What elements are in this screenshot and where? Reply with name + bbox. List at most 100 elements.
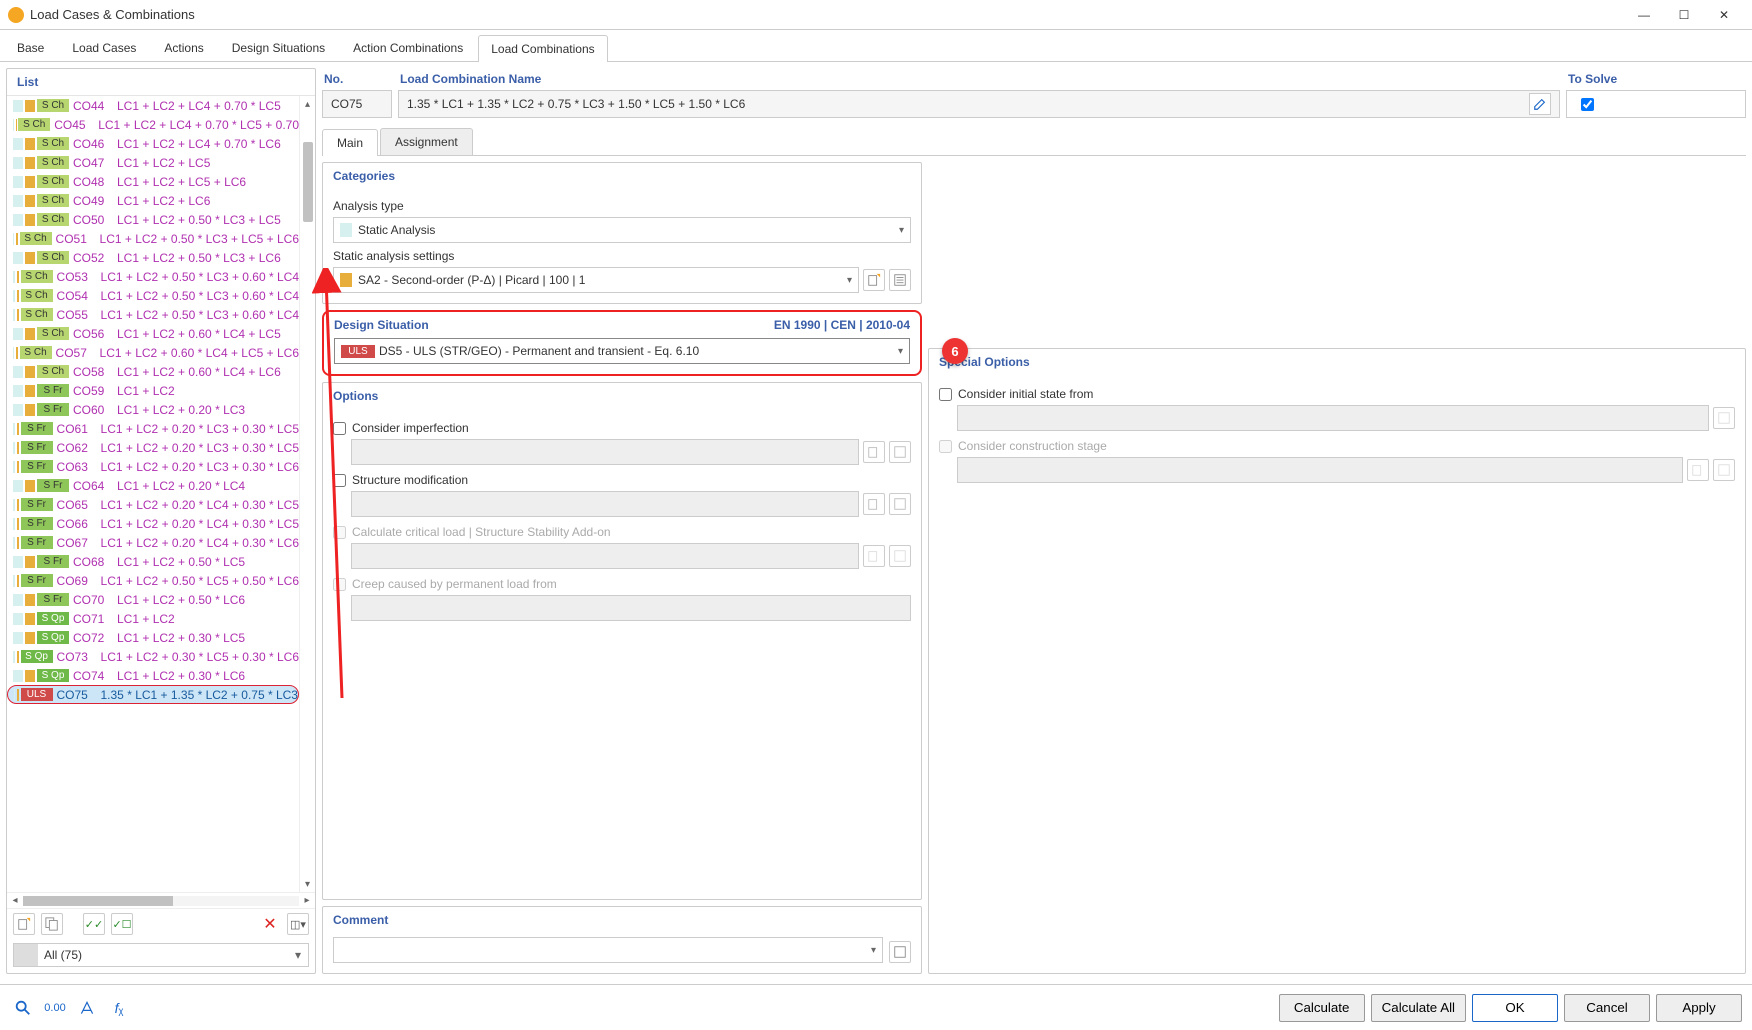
comment-lib-button[interactable] bbox=[889, 941, 911, 963]
critical-load-label: Calculate critical load | Structure Stab… bbox=[352, 525, 611, 539]
name-field[interactable]: 1.35 * LC1 + 1.35 * LC2 + 0.75 * LC3 + 1… bbox=[398, 90, 1560, 118]
list-item[interactable]: ULSCO751.35 * LC1 + 1.35 * LC2 + 0.75 * … bbox=[7, 685, 299, 704]
settings-edit-button[interactable] bbox=[889, 269, 911, 291]
apply-button[interactable]: Apply bbox=[1656, 994, 1742, 1022]
list-item[interactable]: S ChCO44LC1 + LC2 + LC4 + 0.70 * LC5 bbox=[7, 96, 299, 115]
delete-button[interactable]: ✕ bbox=[259, 913, 281, 935]
help-button[interactable] bbox=[10, 995, 36, 1021]
scroll-down-icon[interactable]: ▾ bbox=[305, 876, 310, 892]
design-standard: EN 1990 | CEN | 2010-04 bbox=[774, 318, 910, 332]
list-rows[interactable]: S ChCO44LC1 + LC2 + LC4 + 0.70 * LC5S Ch… bbox=[7, 96, 299, 892]
special-options-header: Special Options bbox=[929, 349, 1745, 375]
filter-select[interactable]: All (75) ▾ bbox=[13, 943, 309, 967]
imperfection-new-button[interactable] bbox=[863, 441, 885, 463]
imperfection-select bbox=[351, 439, 859, 465]
no-value: CO75 bbox=[322, 90, 392, 118]
check-toggle-button[interactable]: ✓☐ bbox=[111, 913, 133, 935]
subtab-assignment[interactable]: Assignment bbox=[380, 128, 473, 155]
settings-select[interactable]: SA2 - Second-order (P-Δ) | Picard | 100 … bbox=[333, 267, 859, 293]
maximize-button[interactable]: ☐ bbox=[1664, 1, 1704, 29]
list-item[interactable]: S ChCO45LC1 + LC2 + LC4 + 0.70 * LC5 + 0… bbox=[7, 115, 299, 134]
design-situation-select[interactable]: ULS DS5 - ULS (STR/GEO) - Permanent and … bbox=[334, 338, 910, 364]
tab-load-combinations[interactable]: Load Combinations bbox=[478, 35, 607, 62]
calculate-button[interactable]: Calculate bbox=[1279, 994, 1365, 1022]
scroll-right-icon[interactable]: ▸ bbox=[299, 895, 315, 906]
settings-new-button[interactable] bbox=[863, 269, 885, 291]
critical-load-lib-button bbox=[889, 545, 911, 567]
comment-select[interactable]: ▾ bbox=[333, 937, 883, 963]
cancel-button[interactable]: Cancel bbox=[1564, 994, 1650, 1022]
list-item[interactable]: S QpCO72LC1 + LC2 + 0.30 * LC5 bbox=[7, 628, 299, 647]
tab-base[interactable]: Base bbox=[4, 34, 57, 61]
function-button[interactable]: fᵪ bbox=[106, 995, 132, 1021]
initial-state-checkbox[interactable] bbox=[939, 388, 952, 401]
list-item[interactable]: S ChCO52LC1 + LC2 + 0.50 * LC3 + LC6 bbox=[7, 248, 299, 267]
list-item[interactable]: S FrCO61LC1 + LC2 + 0.20 * LC3 + 0.30 * … bbox=[7, 419, 299, 438]
list-item[interactable]: S ChCO48LC1 + LC2 + LC5 + LC6 bbox=[7, 172, 299, 191]
tab-action-combinations[interactable]: Action Combinations bbox=[340, 34, 476, 61]
list-item[interactable]: S FrCO66LC1 + LC2 + 0.20 * LC4 + 0.30 * … bbox=[7, 514, 299, 533]
subtab-main[interactable]: Main bbox=[322, 129, 378, 156]
list-item[interactable]: S ChCO53LC1 + LC2 + 0.50 * LC3 + 0.60 * … bbox=[7, 267, 299, 286]
categories-header: Categories bbox=[323, 163, 921, 189]
imperfection-checkbox[interactable] bbox=[333, 422, 346, 435]
design-situation-section: Design Situation EN 1990 | CEN | 2010-04… bbox=[322, 310, 922, 376]
imperfection-label: Consider imperfection bbox=[352, 421, 469, 435]
tab-load-cases[interactable]: Load Cases bbox=[59, 34, 149, 61]
vertical-scrollbar[interactable]: ▴ ▾ bbox=[299, 96, 315, 892]
list-item[interactable]: S QpCO71LC1 + LC2 bbox=[7, 609, 299, 628]
imperfection-lib-button[interactable] bbox=[889, 441, 911, 463]
comment-header: Comment bbox=[323, 907, 921, 933]
list-item[interactable]: S FrCO59LC1 + LC2 bbox=[7, 381, 299, 400]
scroll-left-icon[interactable]: ◂ bbox=[7, 895, 23, 906]
analysis-type-select[interactable]: Static Analysis ▾ bbox=[333, 217, 911, 243]
view-toggle-button[interactable]: ◫▾ bbox=[287, 913, 309, 935]
ok-button[interactable]: OK bbox=[1472, 994, 1558, 1022]
hscroll-thumb[interactable] bbox=[23, 896, 173, 906]
structure-mod-checkbox[interactable] bbox=[333, 474, 346, 487]
structure-button[interactable] bbox=[74, 995, 100, 1021]
check-select-button[interactable]: ✓✓ bbox=[83, 913, 105, 935]
solve-checkbox[interactable] bbox=[1581, 98, 1594, 111]
list-item[interactable]: S ChCO56LC1 + LC2 + 0.60 * LC4 + LC5 bbox=[7, 324, 299, 343]
list-item[interactable]: S FrCO62LC1 + LC2 + 0.20 * LC3 + 0.30 * … bbox=[7, 438, 299, 457]
structure-mod-new-button[interactable] bbox=[863, 493, 885, 515]
list-item[interactable]: S ChCO54LC1 + LC2 + 0.50 * LC3 + 0.60 * … bbox=[7, 286, 299, 305]
list-item[interactable]: S FrCO68LC1 + LC2 + 0.50 * LC5 bbox=[7, 552, 299, 571]
list-item[interactable]: S ChCO57LC1 + LC2 + 0.60 * LC4 + LC5 + L… bbox=[7, 343, 299, 362]
units-button[interactable]: 0.00 bbox=[42, 995, 68, 1021]
list-item[interactable]: S ChCO58LC1 + LC2 + 0.60 * LC4 + LC6 bbox=[7, 362, 299, 381]
tab-actions[interactable]: Actions bbox=[151, 34, 216, 61]
scroll-thumb[interactable] bbox=[303, 142, 313, 222]
list-item[interactable]: S QpCO73LC1 + LC2 + 0.30 * LC5 + 0.30 * … bbox=[7, 647, 299, 666]
analysis-type-label: Analysis type bbox=[333, 199, 911, 213]
new-item-button[interactable] bbox=[13, 913, 35, 935]
list-item[interactable]: S FrCO67LC1 + LC2 + 0.20 * LC4 + 0.30 * … bbox=[7, 533, 299, 552]
list-item[interactable]: S ChCO49LC1 + LC2 + LC6 bbox=[7, 191, 299, 210]
list-item[interactable]: S ChCO50LC1 + LC2 + 0.50 * LC3 + LC5 bbox=[7, 210, 299, 229]
design-situation-header: Design Situation bbox=[334, 318, 429, 332]
list-item[interactable]: S FrCO63LC1 + LC2 + 0.20 * LC3 + 0.30 * … bbox=[7, 457, 299, 476]
list-item[interactable]: S ChCO51LC1 + LC2 + 0.50 * LC3 + LC5 + L… bbox=[7, 229, 299, 248]
list-item[interactable]: S FrCO69LC1 + LC2 + 0.50 * LC5 + 0.50 * … bbox=[7, 571, 299, 590]
list-item[interactable]: S FrCO70LC1 + LC2 + 0.50 * LC6 bbox=[7, 590, 299, 609]
list-item[interactable]: S FrCO65LC1 + LC2 + 0.20 * LC4 + 0.30 * … bbox=[7, 495, 299, 514]
library-icon bbox=[893, 273, 907, 287]
list-item[interactable]: S QpCO74LC1 + LC2 + 0.30 * LC6 bbox=[7, 666, 299, 685]
edit-name-button[interactable] bbox=[1529, 93, 1551, 115]
list-item[interactable]: S FrCO64LC1 + LC2 + 0.20 * LC4 bbox=[7, 476, 299, 495]
list-item[interactable]: S ChCO47LC1 + LC2 + LC5 bbox=[7, 153, 299, 172]
minimize-button[interactable]: — bbox=[1624, 1, 1664, 29]
list-item[interactable]: S FrCO60LC1 + LC2 + 0.20 * LC3 bbox=[7, 400, 299, 419]
initial-state-label: Consider initial state from bbox=[958, 387, 1093, 401]
horizontal-scrollbar[interactable]: ◂ ▸ bbox=[7, 892, 315, 908]
list-item[interactable]: S ChCO46LC1 + LC2 + LC4 + 0.70 * LC6 bbox=[7, 134, 299, 153]
close-button[interactable]: ✕ bbox=[1704, 1, 1744, 29]
copy-item-button[interactable] bbox=[41, 913, 63, 935]
calculate-all-button[interactable]: Calculate All bbox=[1371, 994, 1466, 1022]
structure-mod-lib-button[interactable] bbox=[889, 493, 911, 515]
callout-badge: 6 bbox=[942, 338, 968, 364]
scroll-up-icon[interactable]: ▴ bbox=[305, 96, 310, 112]
tab-design-situations[interactable]: Design Situations bbox=[219, 34, 338, 61]
list-item[interactable]: S ChCO55LC1 + LC2 + 0.50 * LC3 + 0.60 * … bbox=[7, 305, 299, 324]
